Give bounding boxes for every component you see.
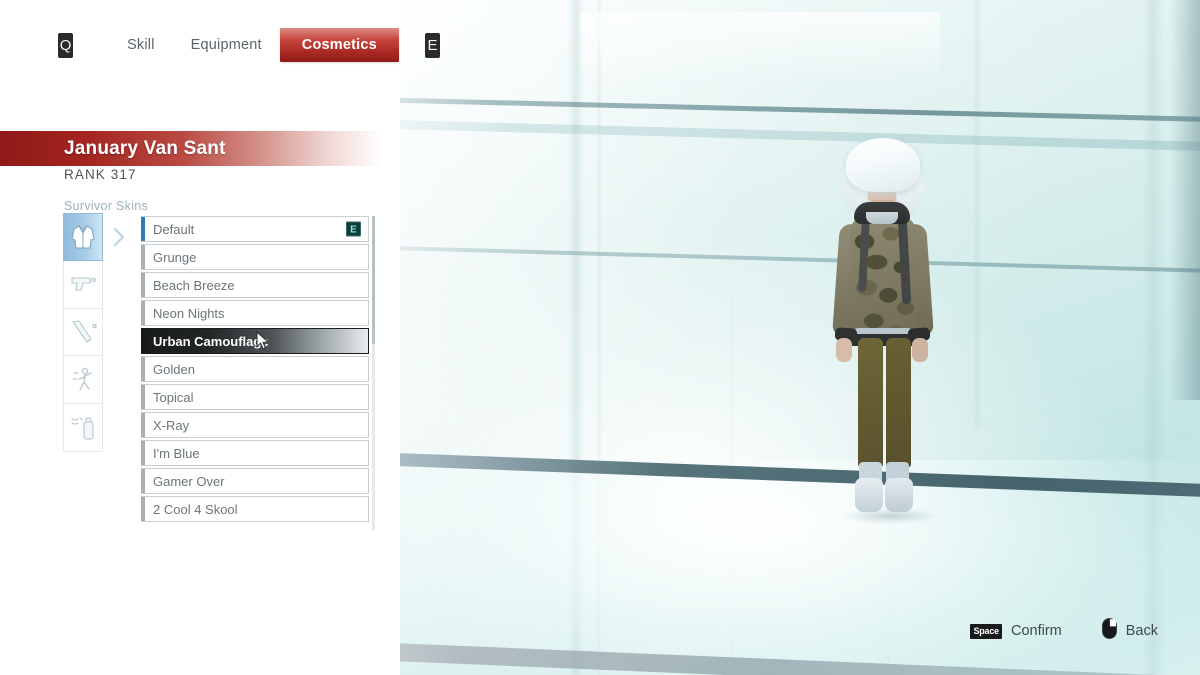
- space-key-icon: Space: [970, 623, 1002, 639]
- sidebar-item-melee-skins[interactable]: [63, 308, 103, 357]
- skin-list-scrollbar-thumb[interactable]: [372, 216, 375, 344]
- skin-item-accent: [141, 497, 145, 521]
- mouse-cursor-icon: [256, 330, 270, 351]
- category-label: Survivor Skins: [64, 199, 149, 213]
- skin-item-accent: [141, 217, 145, 241]
- character-hand: [912, 338, 928, 362]
- skin-item-accent: [141, 245, 145, 269]
- skin-item-accent: [141, 329, 145, 353]
- mouse-right-click-icon: [1101, 618, 1117, 644]
- skin-list-item[interactable]: Neon Nights: [141, 300, 369, 326]
- skin-list-item[interactable]: 2 Cool 4 Skool: [141, 496, 369, 522]
- category-sidebar: [63, 213, 103, 452]
- prompt-confirm[interactable]: Space Confirm: [970, 623, 1062, 639]
- sidebar-item-emotes[interactable]: [63, 356, 103, 405]
- character-shoe: [885, 478, 913, 512]
- skin-item-label: Urban Camouflage: [153, 333, 269, 349]
- prev-tab-key-icon[interactable]: Q: [58, 32, 74, 58]
- tab-skill[interactable]: Skill: [109, 28, 173, 62]
- prompt-back[interactable]: Back: [1101, 618, 1158, 644]
- skin-item-label: I'm Blue: [153, 445, 200, 461]
- character-leg: [886, 338, 911, 468]
- skin-list[interactable]: Default E Grunge Beach Breeze Neon Nights Urb…: [141, 216, 369, 530]
- character-hair: [846, 138, 920, 192]
- skin-item-accent: [141, 441, 145, 465]
- scene-side-wall: [1170, 0, 1200, 400]
- sidebar-item-sprays[interactable]: [63, 404, 103, 452]
- skin-item-accent: [141, 385, 145, 409]
- skin-list-item[interactable]: Default E: [141, 216, 369, 242]
- skin-item-accent: [141, 357, 145, 381]
- prompt-confirm-label: Confirm: [1010, 623, 1062, 639]
- skin-item-label: Golden: [153, 361, 195, 377]
- skin-list-item[interactable]: Beach Breeze: [141, 272, 369, 298]
- character-hand: [836, 338, 852, 362]
- top-navigation: Q Skill Equipment Cosmetics E: [0, 0, 440, 90]
- skin-list-item[interactable]: Urban Camouflage: [141, 328, 369, 354]
- prompt-back-label: Back: [1125, 623, 1158, 639]
- page-title: January Van Sant: [64, 137, 226, 159]
- dancing-figure-icon: [69, 366, 97, 394]
- control-prompts: Space Confirm Back: [970, 618, 1158, 644]
- character-model[interactable]: [800, 138, 960, 552]
- skin-item-label: X-Ray: [153, 417, 190, 433]
- skin-item-label: 2 Cool 4 Skool: [153, 501, 238, 517]
- skin-list-item[interactable]: X-Ray: [141, 412, 369, 438]
- character-shirt-collar: [866, 212, 898, 224]
- scene-ceiling-glow: [580, 12, 940, 82]
- tab-cosmetics[interactable]: Cosmetics: [279, 28, 399, 62]
- skin-item-label: Gamer Over: [153, 473, 225, 489]
- skin-item-accent: [141, 469, 145, 493]
- chevron-right-icon: [108, 225, 130, 249]
- sidebar-item-pistol-skins[interactable]: [63, 260, 103, 309]
- sidebar-item-survivor-skins[interactable]: [63, 213, 103, 261]
- character-rank: RANK 317: [64, 167, 137, 182]
- skin-list-scrollbar-track[interactable]: [372, 216, 375, 530]
- skin-list-item[interactable]: Grunge: [141, 244, 369, 270]
- skin-item-accent: [141, 273, 145, 297]
- skin-item-label: Grunge: [153, 249, 197, 265]
- skin-item-label: Beach Breeze: [153, 277, 235, 293]
- skin-item-label: Default: [153, 221, 195, 237]
- melee-weapon-icon: [69, 319, 97, 345]
- character-shoe: [855, 478, 883, 512]
- skin-list-item[interactable]: Golden: [141, 356, 369, 382]
- cosmetics-screen: Q Skill Equipment Cosmetics E January Va…: [0, 0, 1200, 675]
- skin-list-item[interactable]: Gamer Over: [141, 468, 369, 494]
- jacket-icon: [70, 223, 96, 251]
- skin-list-item[interactable]: I'm Blue: [141, 440, 369, 466]
- character-name-banner: January Van Sant: [0, 131, 382, 166]
- spray-can-icon: [69, 415, 97, 441]
- skin-item-accent: [141, 301, 145, 325]
- next-tab-key-icon[interactable]: E: [424, 32, 440, 58]
- scene-column: [972, 0, 982, 430]
- skin-item-accent: [141, 413, 145, 437]
- pistol-icon: [69, 272, 97, 296]
- equipped-badge: E: [346, 221, 361, 237]
- skin-list-item[interactable]: Topical: [141, 384, 369, 410]
- skin-item-label: Topical: [153, 389, 194, 405]
- skin-item-label: Neon Nights: [153, 305, 225, 321]
- tab-equipment[interactable]: Equipment: [173, 28, 280, 62]
- character-leg: [858, 338, 883, 468]
